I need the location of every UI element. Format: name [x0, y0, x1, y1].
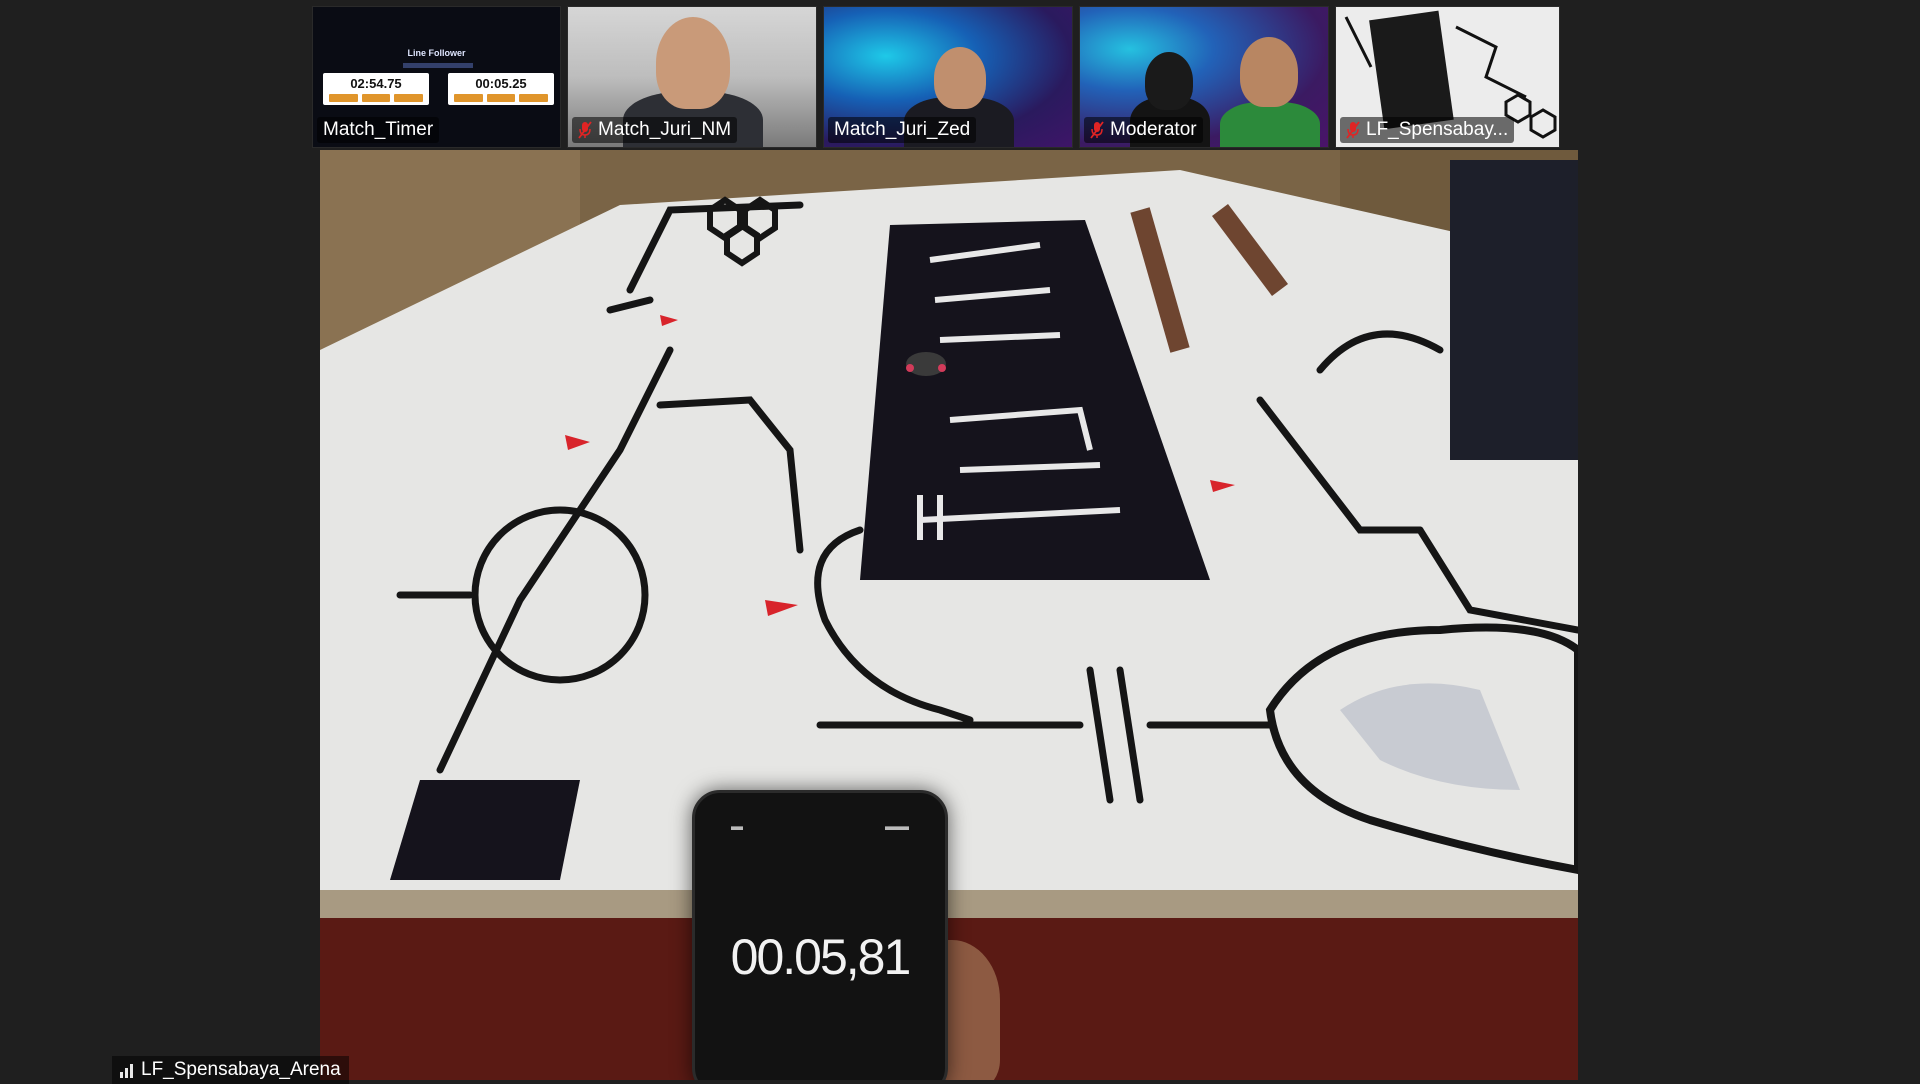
participant-name: Match_Juri_NM	[598, 119, 732, 140]
participant-name: LF_Spensabay...	[1366, 119, 1509, 140]
timer-buttons-b	[454, 94, 549, 102]
mic-muted-icon	[1346, 121, 1360, 139]
participant-strip: Line Follower 02:54.75 00:05.25 Match_Ti…	[312, 6, 1560, 148]
timer-buttons-a	[329, 94, 424, 102]
participant-video-face	[656, 17, 730, 109]
timer-title: Line Follower	[407, 48, 466, 58]
timer-box-a: 02:54.75	[323, 73, 429, 105]
participant-tile-match-timer[interactable]: Line Follower 02:54.75 00:05.25 Match_Ti…	[312, 6, 561, 148]
participant-video-face	[934, 47, 986, 109]
participant-video-body	[1220, 102, 1320, 147]
mic-muted-icon	[1090, 121, 1104, 139]
participant-name-tag: Match_Juri_Zed	[828, 117, 977, 143]
timer-box-b: 00:05.25	[448, 73, 554, 105]
participant-name-tag: LF_Spensabay...	[1340, 117, 1515, 143]
timer-value-a: 02:54.75	[350, 76, 402, 91]
active-speaker-name: LF_Spensabaya_Arena	[141, 1059, 341, 1080]
participant-name-tag: Match_Juri_NM	[572, 117, 738, 143]
participant-name-tag: Moderator	[1084, 117, 1203, 143]
mic-muted-icon	[578, 121, 592, 139]
participant-tile-match-juri-zed[interactable]: Match_Juri_Zed	[823, 6, 1073, 148]
phone-status-icon: ▬	[731, 819, 743, 833]
participant-video-face	[1240, 37, 1298, 107]
stopwatch-phone: ▬ ▬▬ 00.05,81	[692, 790, 948, 1080]
participant-tile-moderator[interactable]: Moderator	[1079, 6, 1329, 148]
timer-subtitle-bar	[403, 63, 473, 68]
timer-value-b: 00:05.25	[475, 76, 527, 91]
main-video-feed[interactable]: ▬ ▬▬ 00.05,81	[320, 150, 1578, 1080]
connection-signal-icon	[120, 1062, 133, 1078]
stopwatch-reading: 00.05,81	[730, 929, 912, 985]
participant-tile-lf-spensabaya[interactable]: LF_Spensabay...	[1335, 6, 1560, 148]
participant-name: Match_Timer	[323, 119, 434, 140]
phone-battery-icon: ▬▬	[885, 819, 909, 833]
participant-name-tag: Match_Timer	[317, 117, 440, 143]
participant-name: Moderator	[1110, 119, 1197, 140]
participant-tile-match-juri-nm[interactable]: Match_Juri_NM	[567, 6, 817, 148]
participant-video-face	[1145, 52, 1193, 110]
participant-name: Match_Juri_Zed	[834, 119, 971, 140]
